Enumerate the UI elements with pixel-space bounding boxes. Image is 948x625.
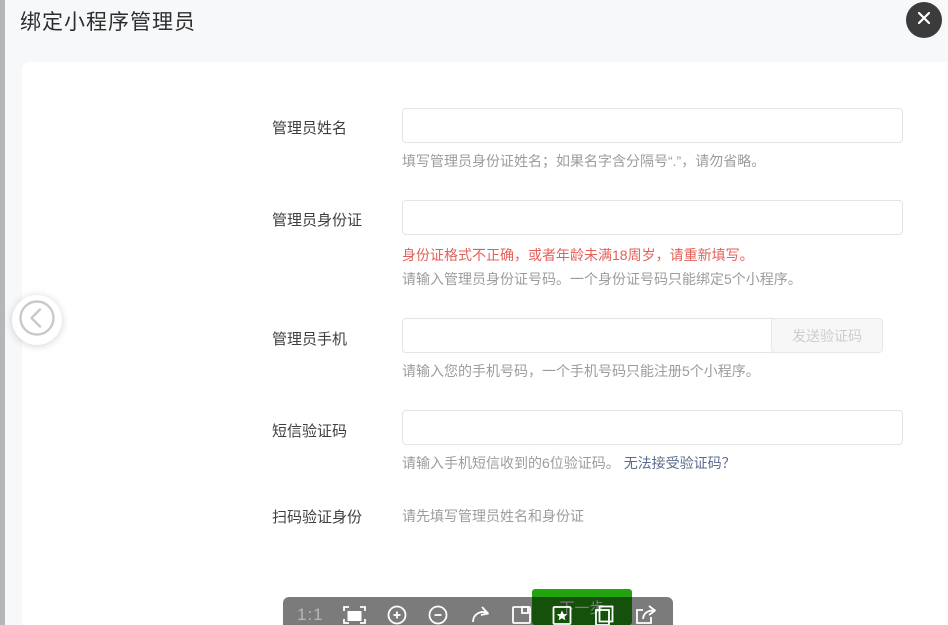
redo-icon[interactable]: [468, 603, 492, 625]
star-icon[interactable]: [550, 603, 574, 625]
share-icon[interactable]: [633, 603, 659, 625]
chevron-left-icon: [15, 296, 59, 345]
close-icon: [916, 10, 932, 31]
carousel-prev-button[interactable]: [12, 295, 62, 345]
sms-helper-line: 请输入手机短信收到的6位验证码。 无法接受验证码？: [402, 453, 736, 473]
close-button[interactable]: [906, 2, 942, 38]
phone-helper: 请输入您的手机号码，一个手机号码只能注册5个小程序。: [402, 361, 760, 381]
phone-label: 管理员手机: [272, 328, 398, 349]
page-title: 绑定小程序管理员: [20, 6, 196, 36]
admin-name-helper: 填写管理员身份证姓名；如果名字含分隔号“.”，请勿省略。: [402, 151, 765, 171]
image-viewer-toolbar: 1:1: [283, 597, 673, 625]
send-code-button[interactable]: 发送验证码: [771, 318, 883, 353]
window-edge-strip: [0, 0, 5, 625]
fit-screen-icon[interactable]: [341, 603, 368, 625]
copy-icon[interactable]: [592, 603, 616, 625]
cannot-receive-code-link[interactable]: 无法接受验证码？: [624, 455, 736, 471]
id-card-helper: 请输入管理员身份证号码。一个身份证号码只能绑定5个小程序。: [402, 269, 802, 289]
bind-admin-dialog: 绑定小程序管理员 管理员姓名 填写管理员身份证姓名；如果名字含分隔号“.”，请勿…: [0, 0, 948, 625]
sms-helper-text: 请输入手机短信收到的6位验证码。: [402, 455, 620, 471]
save-icon[interactable]: [509, 603, 533, 625]
phone-input[interactable]: [402, 318, 777, 353]
admin-name-input[interactable]: [402, 108, 903, 143]
actual-size-label[interactable]: 1:1: [297, 605, 324, 625]
scan-verify-label: 扫码验证身份: [272, 506, 398, 527]
id-card-input[interactable]: [402, 200, 903, 235]
sms-code-label: 短信验证码: [272, 420, 398, 441]
sms-code-input[interactable]: [402, 410, 903, 445]
admin-name-label: 管理员姓名: [272, 117, 398, 138]
scan-verify-text: 请先填写管理员姓名和身份证: [402, 506, 584, 526]
zoom-out-icon[interactable]: [426, 603, 450, 625]
id-card-label: 管理员身份证: [272, 209, 398, 230]
id-card-error-text: 身份证格式不正确，或者年龄未满18周岁，请重新填写。: [402, 245, 754, 265]
zoom-in-icon[interactable]: [385, 603, 409, 625]
